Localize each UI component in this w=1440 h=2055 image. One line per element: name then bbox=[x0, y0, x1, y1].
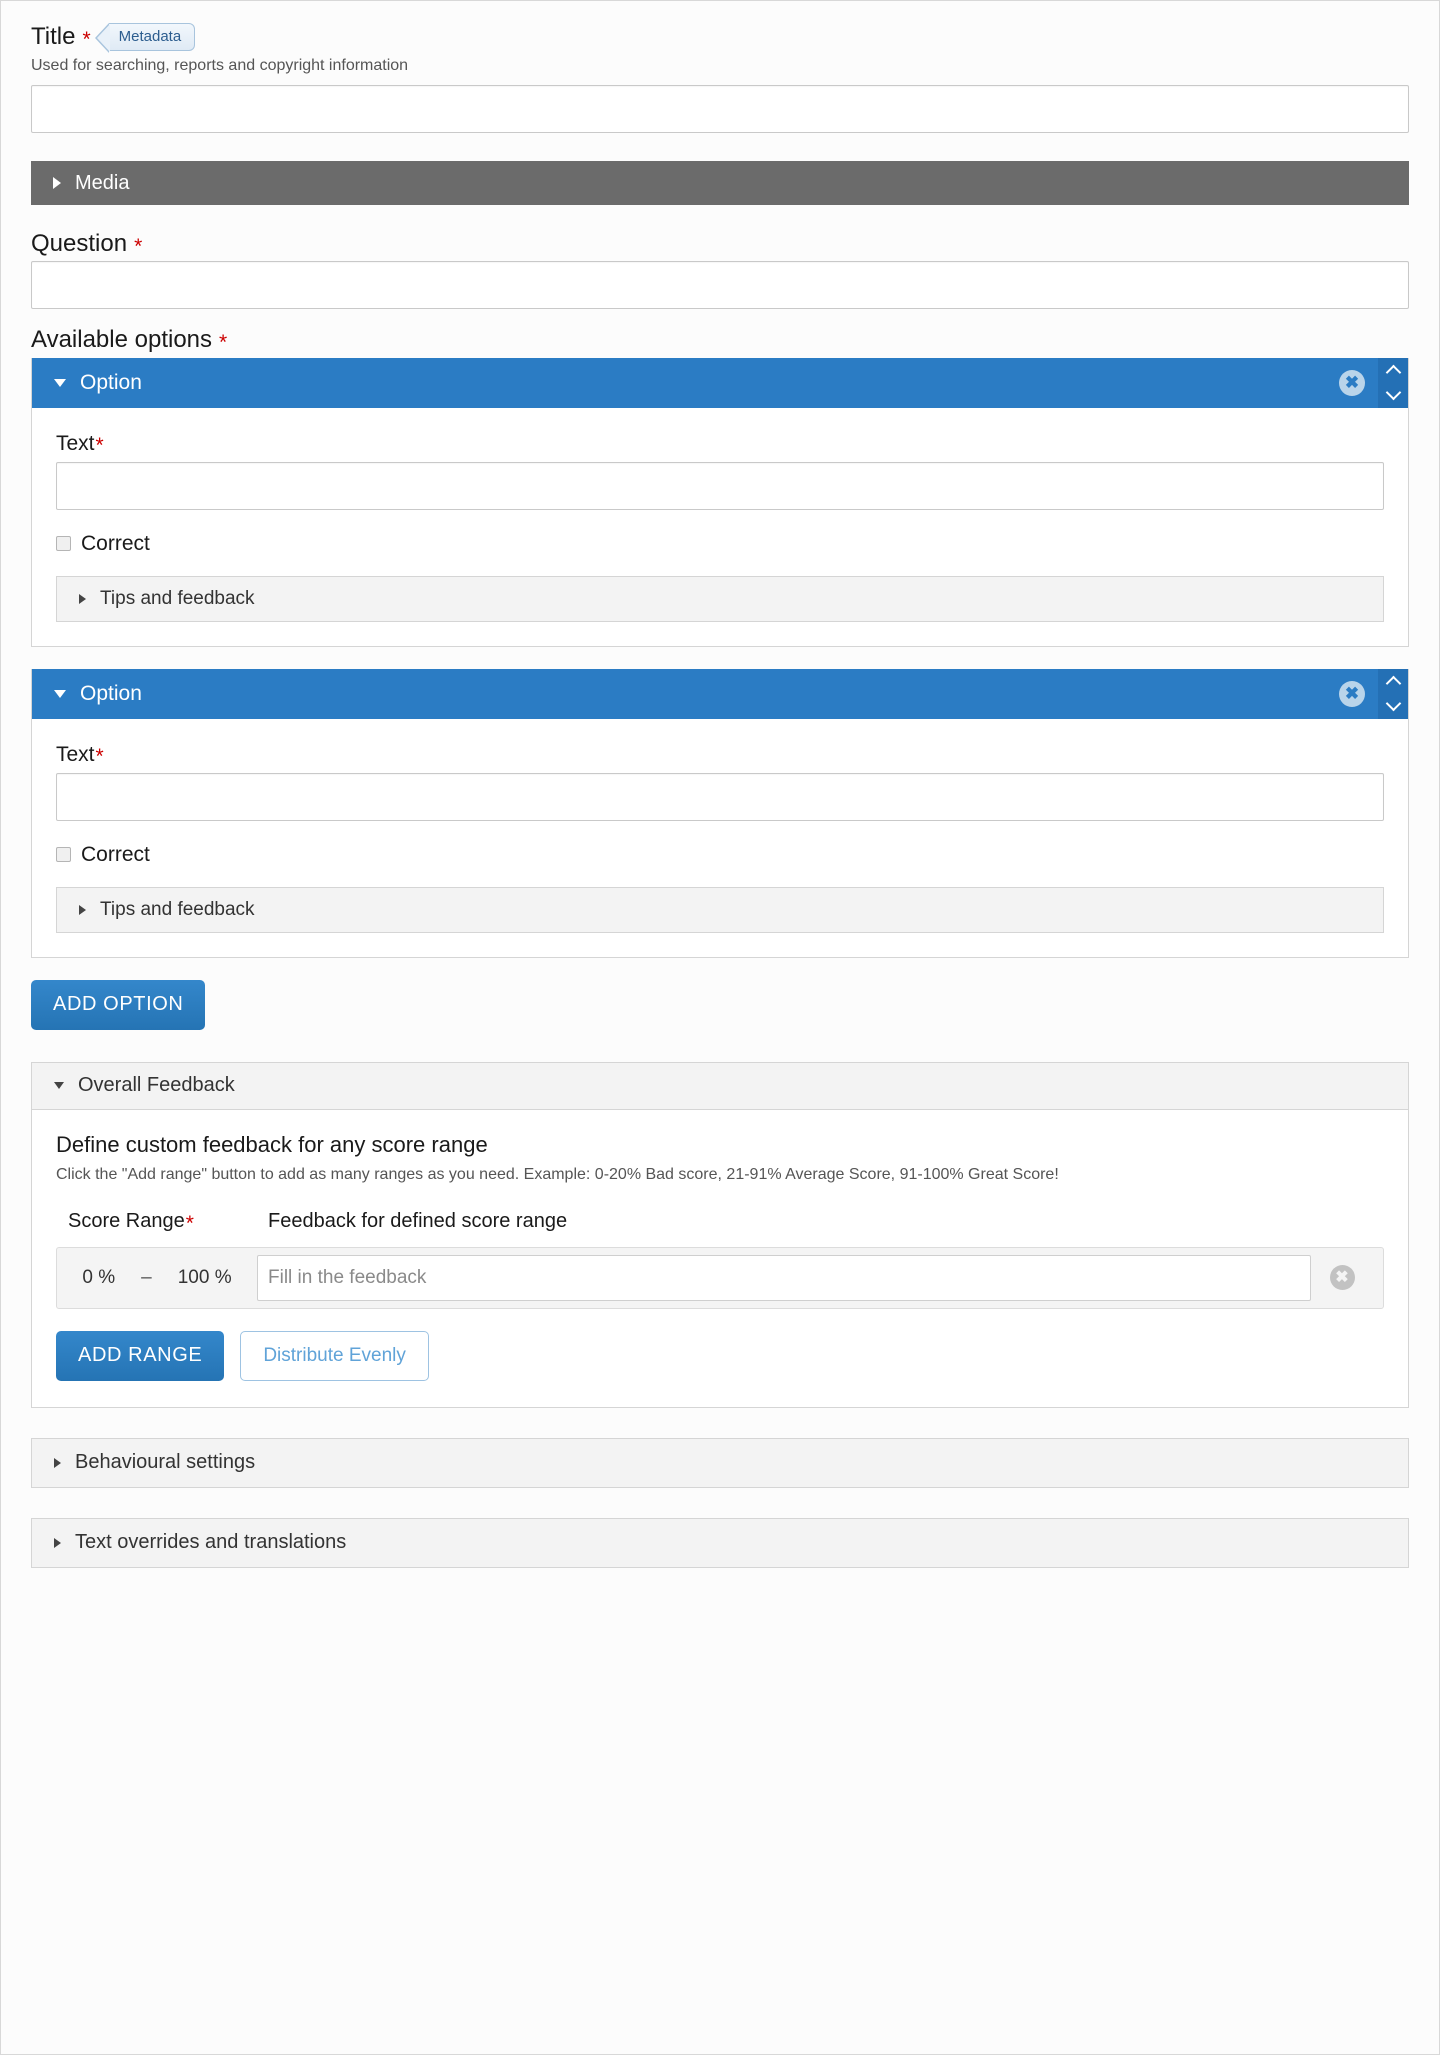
range-from-value[interactable]: 0 % bbox=[82, 1267, 115, 1289]
option-tips-and-feedback-label: Tips and feedback bbox=[100, 587, 255, 609]
question-required-asterisk: * bbox=[134, 234, 143, 258]
option-delete-button[interactable]: ✖ bbox=[1326, 669, 1378, 719]
triangle-down-icon bbox=[54, 689, 66, 698]
overall-feedback-title: Define custom feedback for any score ran… bbox=[56, 1131, 488, 1157]
option-correct-label: Correct bbox=[81, 531, 150, 555]
overall-feedback-panel: Overall Feedback Define custom feedback … bbox=[31, 1061, 1409, 1408]
option-correct-checkbox[interactable] bbox=[56, 536, 71, 552]
option-reorder-controls bbox=[1378, 668, 1408, 719]
option-text-label: Text bbox=[56, 742, 95, 766]
circle-x-icon: ✖ bbox=[1339, 680, 1365, 707]
distribute-evenly-button[interactable]: Distribute Evenly bbox=[240, 1330, 429, 1381]
text-overrides-toggle[interactable]: Text overrides and translations bbox=[31, 1517, 1409, 1568]
option-card: Option ✖ Text * Correct Tips and feedbac… bbox=[31, 357, 1409, 647]
option-header-toggle[interactable]: Option bbox=[32, 669, 1326, 719]
title-label: Title bbox=[31, 22, 76, 50]
score-range-header-label: Score Range bbox=[68, 1209, 185, 1232]
option-delete-button[interactable]: ✖ bbox=[1326, 358, 1378, 408]
range-feedback-input[interactable] bbox=[257, 1254, 1311, 1301]
chevron-up-icon[interactable] bbox=[1385, 676, 1401, 692]
title-input[interactable] bbox=[31, 85, 1409, 133]
overall-feedback-label: Overall Feedback bbox=[78, 1074, 235, 1097]
behavioural-settings-label: Behavioural settings bbox=[75, 1451, 256, 1474]
option-tips-and-feedback-toggle[interactable]: Tips and feedback bbox=[56, 886, 1384, 933]
chevron-down-icon[interactable] bbox=[1385, 385, 1401, 401]
option-text-label-row: Text * bbox=[56, 742, 1384, 769]
triangle-right-icon bbox=[54, 1457, 61, 1468]
title-description: Used for searching, reports and copyrigh… bbox=[31, 57, 409, 74]
triangle-right-icon bbox=[79, 593, 86, 604]
circle-x-icon: ✖ bbox=[1329, 1265, 1355, 1291]
available-options-label: Available options bbox=[31, 326, 213, 354]
overall-feedback-body: Define custom feedback for any score ran… bbox=[31, 1109, 1409, 1408]
range-remove-button[interactable]: ✖ bbox=[1311, 1265, 1373, 1291]
range-action-buttons: ADD RANGE Distribute Evenly bbox=[56, 1330, 1384, 1381]
overall-feedback-toggle[interactable]: Overall Feedback bbox=[31, 1061, 1409, 1110]
option-text-label: Text bbox=[56, 431, 95, 455]
option-correct-row: Correct bbox=[56, 532, 1384, 556]
option-reorder-controls bbox=[1378, 357, 1408, 408]
option-correct-checkbox[interactable] bbox=[56, 847, 71, 863]
title-label-row: Title * Metadata bbox=[31, 22, 1409, 53]
option-correct-label: Correct bbox=[81, 842, 150, 866]
chevron-up-icon[interactable] bbox=[1385, 365, 1401, 381]
range-to-value[interactable]: 100 % bbox=[178, 1267, 232, 1289]
triangle-down-icon bbox=[54, 1082, 64, 1090]
circle-x-icon: ✖ bbox=[1339, 369, 1365, 396]
triangle-down-icon bbox=[54, 378, 66, 387]
available-options-label-row: Available options * bbox=[31, 326, 1409, 355]
score-range-row: 0 % – 100 % ✖ bbox=[56, 1246, 1384, 1309]
feedback-column-header: Feedback for defined score range bbox=[268, 1209, 568, 1232]
question-label-row: Question * bbox=[31, 230, 1409, 258]
behavioural-settings-section: Behavioural settings bbox=[31, 1437, 1409, 1488]
metadata-badge[interactable]: Metadata bbox=[94, 23, 196, 53]
range-table-header: Score Range * Feedback for defined score … bbox=[68, 1209, 1384, 1235]
option-header-toggle[interactable]: Option bbox=[32, 358, 1326, 408]
option-text-required-asterisk: * bbox=[95, 434, 104, 458]
score-range-required-asterisk: * bbox=[185, 1211, 194, 1235]
metadata-badge-label: Metadata bbox=[118, 27, 182, 45]
option-text-input[interactable] bbox=[56, 772, 1384, 821]
triangle-right-icon bbox=[79, 904, 86, 915]
add-range-button[interactable]: ADD RANGE bbox=[56, 1330, 225, 1381]
h5p-editor-form: Title * Metadata Used for searching, repo… bbox=[0, 0, 1440, 2055]
option-header-label: Option bbox=[80, 370, 142, 394]
option-body: Text * Correct Tips and feedback bbox=[32, 408, 1408, 646]
triangle-right-icon bbox=[54, 1537, 61, 1548]
option-text-label-row: Text * bbox=[56, 431, 1384, 458]
option-header: Option ✖ bbox=[32, 668, 1408, 719]
score-range-values: 0 % – 100 % bbox=[57, 1267, 257, 1289]
question-field-group: Question * bbox=[31, 230, 1409, 310]
behavioural-settings-toggle[interactable]: Behavioural settings bbox=[31, 1437, 1409, 1488]
option-header: Option ✖ bbox=[32, 357, 1408, 408]
add-option-button[interactable]: ADD OPTION bbox=[31, 979, 206, 1030]
overall-feedback-help: Click the "Add range" button to add as m… bbox=[56, 1165, 1059, 1183]
option-text-input[interactable] bbox=[56, 461, 1384, 510]
option-tips-and-feedback-label: Tips and feedback bbox=[100, 898, 255, 920]
text-overrides-label: Text overrides and translations bbox=[75, 1531, 347, 1554]
text-overrides-section: Text overrides and translations bbox=[31, 1517, 1409, 1568]
option-card: Option ✖ Text * Correct Tips and feedbac… bbox=[31, 668, 1409, 958]
chevron-down-icon[interactable] bbox=[1385, 696, 1401, 712]
media-section-label: Media bbox=[75, 171, 130, 194]
available-options-group: Available options * Option ✖ Text * Corr… bbox=[31, 326, 1409, 1030]
option-body: Text * Correct Tips and feedback bbox=[32, 719, 1408, 957]
title-field-group: Title * Metadata Used for searching, repo… bbox=[31, 23, 1409, 133]
media-section-toggle[interactable]: Media bbox=[31, 161, 1409, 205]
option-text-required-asterisk: * bbox=[95, 745, 104, 769]
option-tips-and-feedback-toggle[interactable]: Tips and feedback bbox=[56, 575, 1384, 622]
question-label: Question bbox=[31, 230, 128, 257]
range-dash: – bbox=[141, 1266, 152, 1288]
option-header-label: Option bbox=[80, 681, 142, 705]
title-required-asterisk: * bbox=[82, 27, 91, 51]
question-input[interactable] bbox=[31, 261, 1409, 310]
available-options-required-asterisk: * bbox=[219, 331, 228, 355]
option-correct-row: Correct bbox=[56, 843, 1384, 867]
score-range-column-header: Score Range * bbox=[68, 1209, 268, 1235]
triangle-right-icon bbox=[53, 177, 61, 189]
